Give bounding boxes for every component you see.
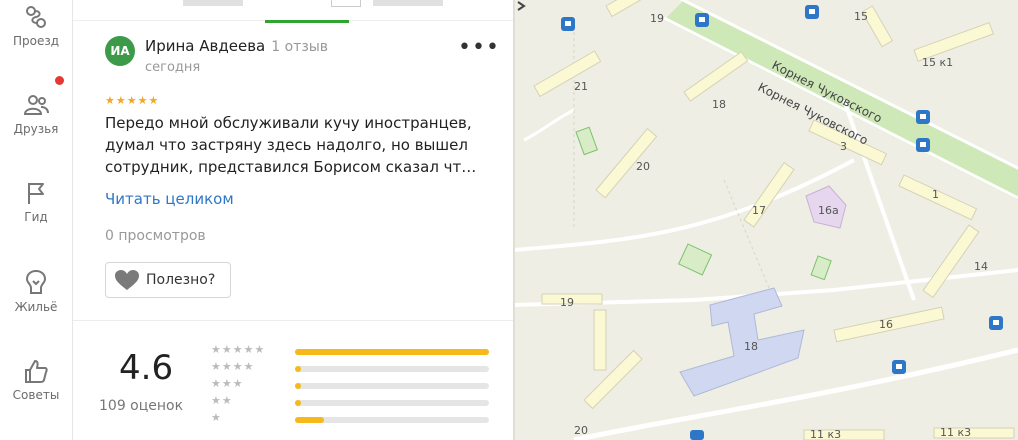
review-author[interactable]: Ирина Авдеева 1 отзыв (145, 37, 328, 55)
distribution-stars: ★★★★ (211, 360, 255, 373)
ratings-count: 109 оценок (99, 398, 184, 414)
building-number: 19 (560, 296, 574, 309)
building-number: 21 (574, 80, 588, 93)
tab-stub-middle[interactable] (331, 0, 361, 7)
review-text: Передо мной обслуживали кучу иностранцев… (105, 114, 477, 176)
average-rating: 4.6 (119, 348, 174, 388)
tab-stub-right[interactable] (373, 0, 443, 6)
building-number: 19 (650, 12, 664, 25)
distribution-bar-fill (295, 383, 301, 389)
sidebar-item-tips[interactable]: Советы (0, 358, 72, 402)
rating-distribution-row: ★★★★ (211, 360, 491, 375)
distribution-bar-fill (295, 417, 325, 423)
friends-icon (23, 95, 49, 115)
map-view[interactable]: Корнея Чуковского Корнея Чуковского 19 1… (514, 0, 1018, 440)
sidebar-item-friends[interactable]: Друзья (0, 92, 72, 136)
distribution-bar (295, 400, 489, 406)
active-tab-indicator (265, 20, 349, 23)
distribution-bar-fill (295, 366, 301, 372)
building-number: 18 (712, 98, 726, 111)
distribution-bar (295, 366, 489, 372)
building-number: 14 (974, 260, 988, 273)
flag-icon (28, 183, 44, 204)
helpful-label: Полезно? (146, 272, 216, 288)
review-date: сегодня (145, 60, 201, 75)
reviews-panel: ИА Ирина Авдеева 1 отзыв сегодня ••• ★★★★… (73, 0, 514, 440)
sidebar-item-label: Советы (12, 388, 60, 402)
rating-distribution-row: ★★★★★ (211, 343, 491, 358)
distribution-bar-fill (295, 400, 301, 406)
read-more-link[interactable]: Читать целиком (105, 190, 234, 208)
author-name: Ирина Авдеева (145, 37, 266, 55)
distribution-bar (295, 417, 489, 423)
route-icon (26, 6, 46, 28)
building-number: 20 (574, 424, 588, 437)
notification-badge (55, 76, 64, 85)
distribution-stars: ★★★ (211, 377, 244, 390)
author-review-count: 1 отзыв (271, 39, 329, 55)
review-stars: ★★★★★ (105, 94, 160, 107)
building-number: 11 к3 (940, 426, 972, 439)
rating-distribution-row: ★ (211, 411, 491, 426)
sidebar-item-label: Гид (24, 210, 48, 224)
distribution-bar-fill (295, 349, 489, 355)
helpful-button[interactable]: Полезно? (105, 262, 231, 298)
more-options-icon[interactable]: ••• (458, 37, 500, 59)
rating-distribution-row: ★★ (211, 394, 491, 409)
sidebar-item-housing[interactable]: Жильё (0, 268, 72, 314)
rating-distribution-row: ★★★ (211, 377, 491, 392)
thumb-up-icon (25, 360, 48, 383)
building-number: 15 (854, 10, 868, 23)
distribution-bar (295, 349, 489, 355)
distribution-stars: ★★ (211, 394, 233, 407)
building-number: 1 (932, 188, 939, 201)
building-number: 15 к1 (922, 56, 954, 69)
building-number: 18 (744, 340, 758, 353)
tab-stub-left[interactable] (183, 0, 243, 6)
distribution-stars: ★★★★★ (211, 343, 266, 356)
distribution-bar (295, 383, 489, 389)
building-number: 17 (752, 204, 766, 217)
section-divider (73, 320, 513, 321)
distribution-stars: ★ (211, 411, 222, 424)
building-number: 16 (879, 318, 893, 331)
building-number: 11 к3 (810, 428, 842, 440)
views-count: 0 просмотров (105, 228, 206, 244)
sidebar-item-route[interactable]: Проезд (0, 4, 72, 48)
building-number: 20 (636, 160, 650, 173)
building-number: 3 (840, 140, 847, 153)
sidebar-item-label: Жильё (14, 300, 58, 314)
house-icon (25, 269, 47, 294)
sidebar-item-label: Проезд (12, 34, 60, 48)
avatar[interactable]: ИА (105, 36, 135, 66)
sidebar-item-label: Друзья (13, 122, 59, 136)
sidebar-item-guide[interactable]: Гид (0, 180, 72, 224)
heart-icon (115, 270, 139, 290)
building-number: 16а (818, 204, 839, 217)
sidebar: Проезд Друзья Гид Жильё Советы (0, 0, 73, 440)
